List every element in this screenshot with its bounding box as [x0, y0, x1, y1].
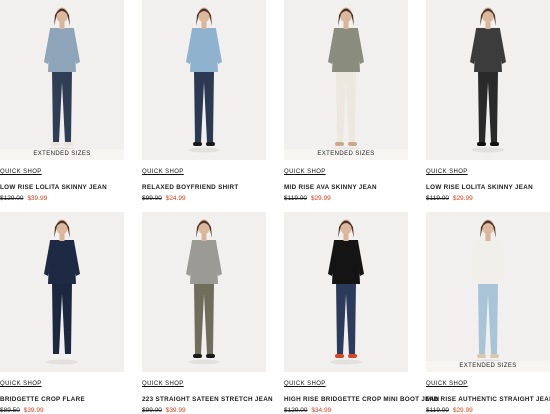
jeans-shape	[52, 282, 72, 354]
product-name[interactable]: 223 STRAIGHT SATEEN STRETCH JEAN	[142, 396, 273, 403]
product-card[interactable]: EXTENDED SIZES QUICK SHOP MID RISE AUTHE…	[426, 212, 550, 414]
model-figure	[328, 219, 364, 365]
sale-price: $39.99	[165, 407, 186, 414]
product-image[interactable]	[284, 212, 408, 372]
shoe-shape	[348, 142, 357, 146]
extended-sizes-badge: EXTENDED SIZES	[284, 149, 408, 160]
jeans-shape	[194, 282, 214, 354]
product-card[interactable]: EXTENDED SIZES QUICK SHOP LOW RISE LOLIT…	[0, 0, 124, 202]
shoe-shape	[335, 354, 344, 358]
original-price: $89.50	[0, 407, 20, 414]
product-name[interactable]: BRIDGETTE CROP FLARE	[0, 396, 124, 403]
shoe-shape	[477, 142, 486, 146]
product-price: $89.50 $39.99	[0, 407, 124, 414]
product-name[interactable]: HIGH RISE BRIDGETTE CROP MINI BOOT JEAN	[284, 396, 439, 403]
quick-shop-link[interactable]: QUICK SHOP	[142, 169, 184, 175]
product-image[interactable]: EXTENDED SIZES	[426, 212, 550, 372]
extended-sizes-badge: EXTENDED SIZES	[426, 361, 550, 372]
product-card[interactable]: QUICK SHOP LOW RISE LOLITA SKINNY JEAN $…	[426, 0, 550, 202]
extended-sizes-badge: EXTENDED SIZES	[0, 149, 124, 160]
product-name[interactable]: MID RISE AUTHENTIC STRAIGHT JEAN	[426, 396, 550, 403]
model-figure	[186, 7, 222, 153]
product-card[interactable]: QUICK SHOP BRIDGETTE CROP FLARE $89.50 $…	[0, 212, 124, 414]
product-image[interactable]	[142, 0, 266, 160]
shoe-shape	[348, 354, 357, 358]
quick-shop-link[interactable]: QUICK SHOP	[284, 381, 326, 387]
sale-price: $34.99	[311, 407, 332, 414]
sale-price: $29.99	[452, 195, 473, 202]
product-image[interactable]	[0, 212, 124, 372]
shoe-shape	[64, 142, 73, 146]
sale-price: $39.99	[27, 195, 48, 202]
original-price: $119.00	[426, 195, 450, 202]
model-figure	[470, 219, 506, 365]
quick-shop-link[interactable]: QUICK SHOP	[142, 381, 184, 387]
original-price: $129.00	[284, 407, 308, 414]
product-name[interactable]: RELAXED BOYFRIEND SHIRT	[142, 184, 266, 191]
floor-shadow	[472, 147, 504, 153]
shoe-shape	[490, 142, 499, 146]
jeans-shape	[336, 70, 356, 142]
product-name[interactable]: LOW RISE LOLITA SKINNY JEAN	[0, 184, 124, 191]
jeans-shape	[478, 70, 498, 142]
sale-price: $24.99	[165, 195, 186, 202]
product-price: $119.00 $29.99	[426, 407, 550, 414]
product-grid: EXTENDED SIZES QUICK SHOP LOW RISE LOLIT…	[0, 0, 550, 414]
product-image[interactable]: EXTENDED SIZES	[284, 0, 408, 160]
shoe-shape	[490, 354, 499, 358]
floor-shadow	[188, 147, 220, 153]
quick-shop-link[interactable]: QUICK SHOP	[284, 169, 326, 175]
product-image[interactable]	[426, 0, 550, 160]
shoe-shape	[193, 142, 202, 146]
sale-price: $29.99	[310, 195, 331, 202]
original-price: $119.00	[284, 195, 308, 202]
shoe-shape	[193, 354, 202, 358]
floor-shadow	[46, 359, 78, 365]
sale-price: $39.99	[23, 407, 44, 414]
jeans-shape	[478, 282, 498, 354]
product-price: $119.00 $29.99	[426, 195, 550, 202]
original-price: $119.00	[426, 407, 450, 414]
product-card[interactable]: EXTENDED SIZES QUICK SHOP MID RISE AVA S…	[284, 0, 408, 202]
product-price: $99.00 $39.99	[142, 407, 266, 414]
quick-shop-link[interactable]: QUICK SHOP	[426, 169, 468, 175]
sale-price: $29.99	[452, 407, 473, 414]
product-price: $99.00 $24.99	[142, 195, 266, 202]
model-figure	[328, 7, 364, 153]
jeans-shape	[336, 282, 356, 354]
shoe-shape	[64, 354, 73, 358]
product-price: $119.00 $29.99	[284, 195, 408, 202]
model-figure	[44, 7, 80, 153]
product-price: $129.00 $39.99	[0, 195, 124, 202]
product-name[interactable]: LOW RISE LOLITA SKINNY JEAN	[426, 184, 550, 191]
product-image[interactable]: EXTENDED SIZES	[0, 0, 124, 160]
product-price: $129.00 $34.99	[284, 407, 408, 414]
model-figure	[44, 219, 80, 365]
shoe-shape	[206, 142, 215, 146]
shoe-shape	[477, 354, 486, 358]
product-image[interactable]	[142, 212, 266, 372]
original-price: $129.00	[0, 195, 24, 202]
quick-shop-link[interactable]: QUICK SHOP	[0, 169, 42, 175]
jeans-shape	[52, 70, 72, 142]
quick-shop-link[interactable]: QUICK SHOP	[0, 381, 42, 387]
shoe-shape	[335, 142, 344, 146]
floor-shadow	[188, 359, 220, 365]
original-price: $99.00	[142, 195, 162, 202]
product-card[interactable]: QUICK SHOP RELAXED BOYFRIEND SHIRT $99.0…	[142, 0, 266, 202]
jeans-shape	[194, 70, 214, 142]
floor-shadow	[330, 359, 362, 365]
original-price: $99.00	[142, 407, 162, 414]
product-card[interactable]: QUICK SHOP HIGH RISE BRIDGETTE CROP MINI…	[284, 212, 439, 414]
shoe-shape	[51, 142, 60, 146]
shoe-shape	[206, 354, 215, 358]
shoe-shape	[51, 354, 60, 358]
quick-shop-link[interactable]: QUICK SHOP	[426, 381, 468, 387]
product-card[interactable]: QUICK SHOP 223 STRAIGHT SATEEN STRETCH J…	[142, 212, 273, 414]
model-figure	[470, 7, 506, 153]
product-name[interactable]: MID RISE AVA SKINNY JEAN	[284, 184, 408, 191]
model-figure	[186, 219, 222, 365]
